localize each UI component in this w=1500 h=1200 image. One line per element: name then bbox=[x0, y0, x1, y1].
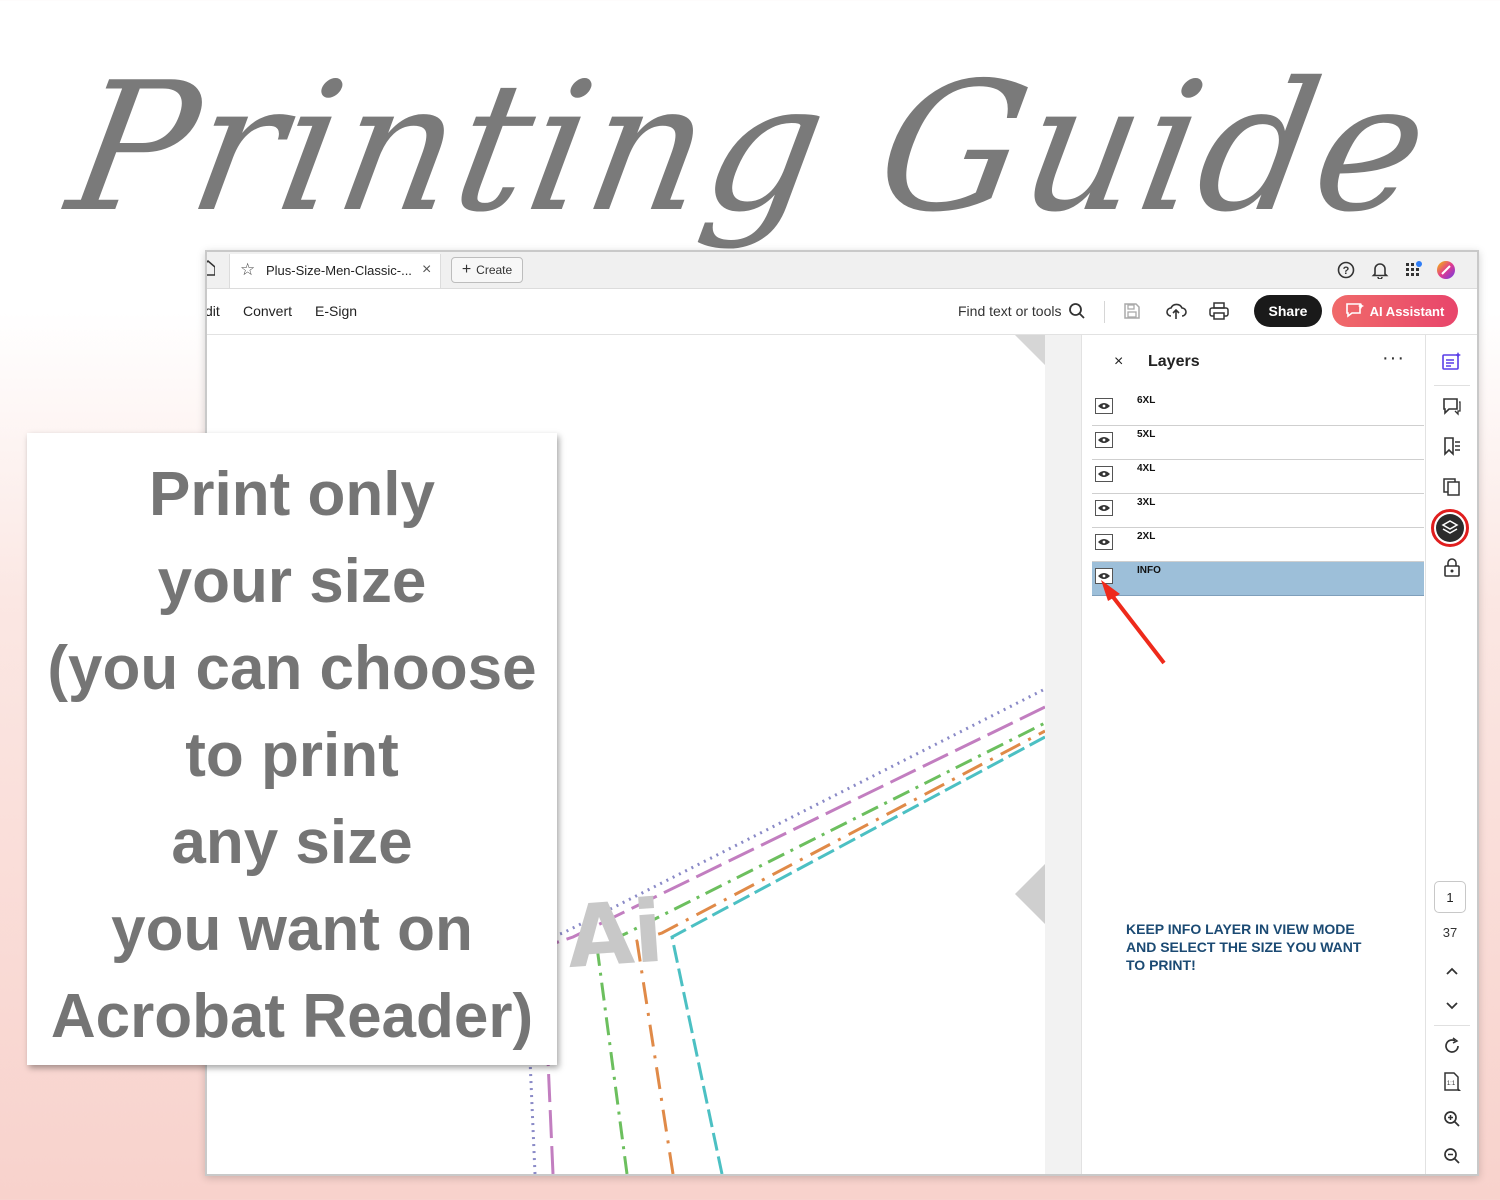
rotate-icon[interactable] bbox=[1440, 1034, 1464, 1058]
ai-assistant-label: AI Assistant bbox=[1369, 303, 1445, 319]
red-arrow-annotation bbox=[1101, 580, 1166, 665]
document-tab[interactable]: ☆ Plus-Size-Men-Classic-... × bbox=[229, 254, 441, 288]
pages-icon[interactable] bbox=[1440, 475, 1464, 499]
layers-icon bbox=[1436, 514, 1464, 542]
bell-icon[interactable] bbox=[1369, 259, 1391, 281]
svg-text:1:1: 1:1 bbox=[1447, 1081, 1456, 1087]
chevron-up-icon[interactable] bbox=[1440, 959, 1464, 983]
ai-assistant-button[interactable]: AI Assistant bbox=[1332, 295, 1458, 327]
apps-grid-icon[interactable] bbox=[1403, 259, 1425, 281]
layers-panel: × Layers ··· 6XL 5XL 4XL 3XL 2XL INFO KE… bbox=[1081, 335, 1426, 1174]
plus-icon: + bbox=[461, 261, 472, 278]
tab-bar: ☆ Plus-Size-Men-Classic-... × + Create ? bbox=[207, 252, 1477, 289]
ai-watermark: Ai bbox=[564, 882, 667, 988]
ai-assistant-icon bbox=[1345, 302, 1364, 321]
home-icon[interactable] bbox=[207, 260, 216, 281]
bookmark-icon[interactable] bbox=[1440, 434, 1464, 458]
rail-divider bbox=[1434, 1025, 1470, 1026]
create-label: Create bbox=[476, 263, 513, 277]
tab-title: Plus-Size-Men-Classic-... bbox=[266, 263, 412, 278]
star-icon[interactable]: ☆ bbox=[240, 260, 255, 280]
previous-page-arrow[interactable] bbox=[1015, 864, 1045, 924]
print-icon[interactable] bbox=[1207, 299, 1231, 323]
printing-guide-title: Printing Guide bbox=[56, 44, 1444, 251]
search-icon[interactable] bbox=[1065, 299, 1089, 323]
profile-icon[interactable] bbox=[1435, 259, 1457, 281]
share-button[interactable]: Share bbox=[1254, 295, 1322, 327]
help-icon[interactable]: ? bbox=[1335, 259, 1357, 281]
zoom-out-icon[interactable] bbox=[1440, 1144, 1464, 1168]
layers-tool-button[interactable] bbox=[1431, 509, 1469, 547]
total-pages: 37 bbox=[1442, 925, 1458, 940]
cloud-upload-icon[interactable] bbox=[1164, 299, 1188, 323]
save-icon[interactable] bbox=[1120, 299, 1144, 323]
svg-text:?: ? bbox=[1343, 265, 1350, 277]
right-tool-rail: 1 37 1:1 bbox=[1425, 335, 1477, 1174]
menu-convert[interactable]: Convert bbox=[243, 303, 292, 319]
create-button[interactable]: + Create bbox=[451, 257, 523, 283]
tab-close-icon[interactable]: × bbox=[422, 261, 431, 279]
chevron-down-icon[interactable] bbox=[1440, 994, 1464, 1018]
print-instructions-card: Print only your size (you can choose to … bbox=[27, 433, 557, 1065]
current-page-input[interactable]: 1 bbox=[1434, 881, 1466, 913]
zoom-in-icon[interactable] bbox=[1440, 1107, 1464, 1131]
find-tools-field[interactable]: Find text or tools bbox=[958, 303, 1062, 319]
rail-divider bbox=[1434, 385, 1470, 386]
info-layer-note: KEEP INFO LAYER IN VIEW MODE AND SELECT … bbox=[1126, 921, 1362, 973]
menu-esign[interactable]: E-Sign bbox=[315, 303, 357, 319]
ai-summary-icon[interactable] bbox=[1440, 349, 1464, 373]
main-toolbar: dit Convert E-Sign Find text or tools Sh… bbox=[207, 289, 1477, 335]
menu-edit[interactable]: dit bbox=[207, 303, 220, 319]
comment-icon[interactable] bbox=[1440, 394, 1464, 418]
print-instructions-text: Print only your size (you can choose to … bbox=[47, 460, 537, 1051]
lock-icon[interactable] bbox=[1440, 556, 1464, 580]
page-corner bbox=[1015, 335, 1045, 365]
document-scroll-gutter[interactable] bbox=[1045, 335, 1081, 1174]
fit-page-icon[interactable]: 1:1 bbox=[1440, 1070, 1464, 1094]
toolbar-divider bbox=[1104, 301, 1105, 323]
